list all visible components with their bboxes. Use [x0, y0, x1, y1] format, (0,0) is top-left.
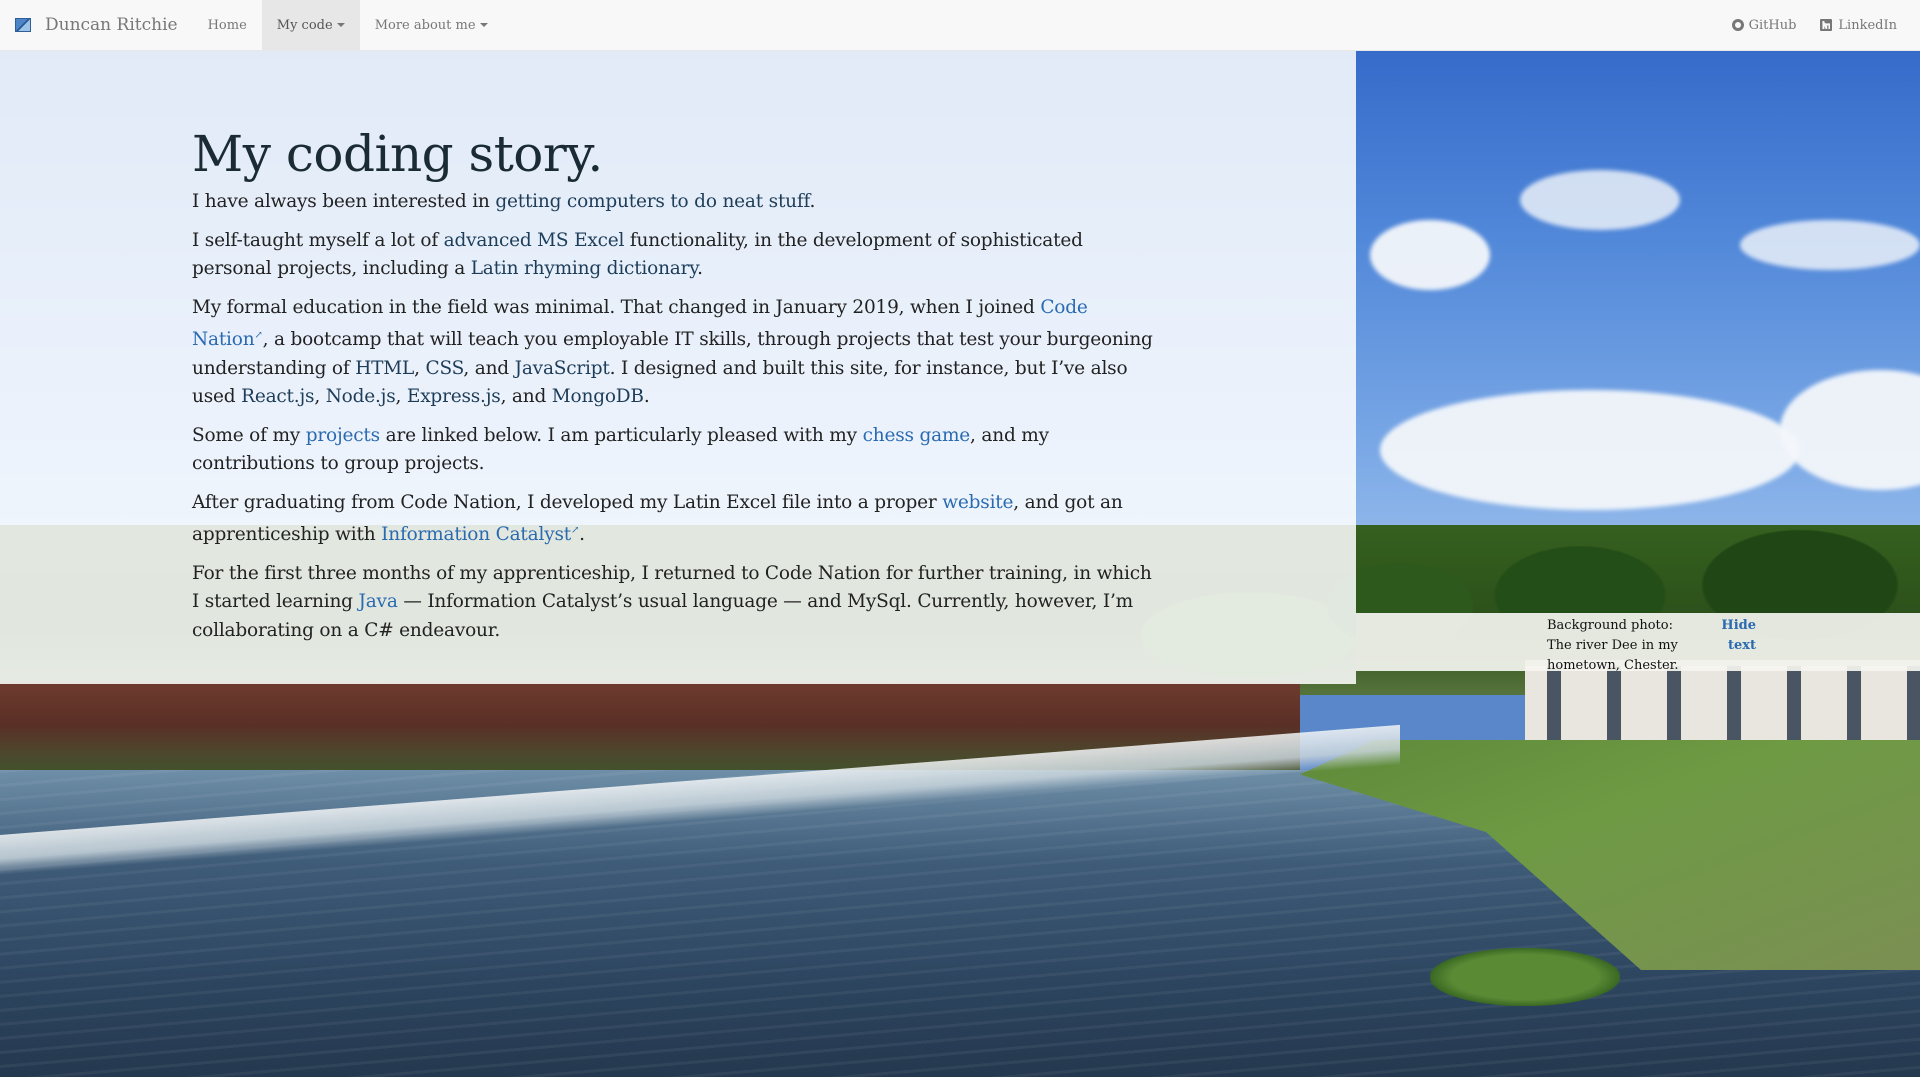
paragraph-self-taught: I self-taught myself a lot of advanced M…	[192, 227, 1162, 284]
photo-caption: Background photo: The river Dee in my ho…	[1356, 613, 1920, 673]
brand-name[interactable]: Duncan Ritchie	[45, 15, 178, 35]
text: Some of my	[192, 424, 306, 446]
linkedin-label: LinkedIn	[1838, 17, 1897, 33]
text: , and	[500, 386, 552, 408]
nav-my-code-dropdown[interactable]: My code	[261, 0, 360, 50]
nav-more-about-label: More about me	[374, 17, 476, 33]
nav-home-label: Home	[207, 17, 247, 33]
website-link[interactable]: website	[942, 492, 1013, 513]
projects-link[interactable]: projects	[306, 425, 380, 446]
paragraph-apprenticeship: After graduating from Code Nation, I dev…	[192, 489, 1162, 550]
site-logo-icon	[15, 18, 31, 32]
nav-my-code-label: My code	[276, 17, 333, 33]
highlight-text: getting computers to do neat stuff	[495, 191, 810, 212]
text: After graduating from Code Nation, I dev…	[192, 491, 943, 513]
text: ,	[395, 386, 407, 408]
content-panel: My coding story. I have always been inte…	[0, 51, 1356, 684]
nav-right: GitHub LinkedIn	[1720, 0, 1920, 50]
paragraph-education: My formal education in the field was min…	[192, 294, 1162, 412]
tech-html: HTML	[355, 357, 415, 379]
caption-text: Background photo: The river Dee in my ho…	[1547, 618, 1679, 673]
cloud	[1380, 390, 1800, 510]
nav-home[interactable]: Home	[193, 0, 262, 50]
information-catalyst-link[interactable]: Information Catalyst	[381, 524, 571, 545]
java-link[interactable]: Java	[359, 591, 398, 612]
text: ,	[414, 357, 426, 379]
brand[interactable]: Duncan Ritchie	[0, 0, 178, 50]
external-link-icon: ↗	[254, 330, 263, 341]
coding-story: My coding story. I have always been inte…	[192, 124, 1162, 655]
cloud	[1370, 220, 1490, 290]
cloud	[1740, 220, 1920, 270]
tech-react: React.js	[241, 386, 315, 408]
linkedin-icon	[1820, 19, 1833, 31]
tech-mongodb: MongoDB	[551, 386, 644, 408]
paragraph-projects: Some of my projects are linked below. I …	[192, 422, 1162, 479]
linkedin-link[interactable]: LinkedIn	[1808, 0, 1920, 50]
external-link-icon: ↗	[570, 525, 580, 537]
caret-down-icon	[479, 23, 488, 27]
tech-css: CSS	[425, 357, 464, 379]
text: are linked below. I am particularly plea…	[379, 424, 863, 446]
tech-javascript: JavaScript	[514, 357, 610, 379]
text: .	[809, 191, 816, 212]
hide-text-link[interactable]: Hide text	[1696, 616, 1756, 656]
text: I self-taught myself a lot of	[192, 229, 444, 251]
text: ,	[314, 386, 326, 408]
page-title: My coding story.	[192, 125, 603, 183]
top-navbar: Duncan Ritchie Home My code More about m…	[0, 0, 1920, 51]
text: .	[697, 258, 703, 279]
nav-links: Home My code More about me	[193, 0, 503, 50]
text: My formal education in the field was min…	[192, 296, 1041, 318]
tech-node: Node.js	[325, 386, 396, 408]
chess-game-link[interactable]: chess game	[863, 425, 971, 446]
text: .	[579, 524, 585, 546]
github-link[interactable]: GitHub	[1720, 0, 1809, 50]
text: , and	[463, 357, 515, 379]
nav-more-about-dropdown[interactable]: More about me	[360, 0, 503, 50]
cloud	[1520, 170, 1680, 230]
grass-islet	[1430, 948, 1620, 1006]
text: I have always been interested in	[192, 191, 496, 212]
paragraph-interest: I have always been interested in getting…	[192, 188, 1162, 217]
highlight-text: advanced MS Excel	[443, 229, 625, 251]
paragraph-current-work: For the first three months of my apprent…	[192, 560, 1162, 646]
text: .	[643, 386, 650, 408]
caret-down-icon	[336, 23, 345, 27]
tech-express: Express.js	[406, 386, 501, 408]
github-label: GitHub	[1748, 17, 1797, 33]
highlight-text: Latin rhyming dictionary	[470, 258, 698, 279]
github-icon	[1731, 19, 1744, 31]
